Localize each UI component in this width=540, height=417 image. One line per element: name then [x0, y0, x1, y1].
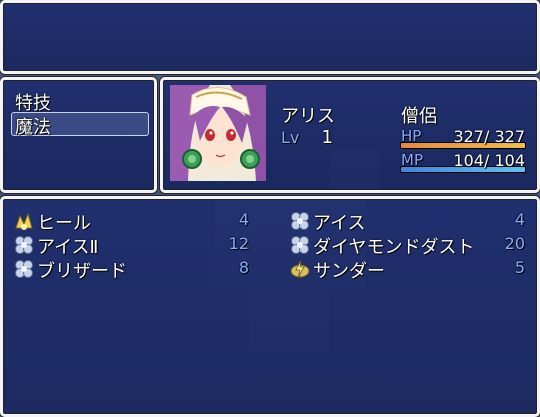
skill-item[interactable]: アイスⅡ 12	[13, 233, 263, 258]
thunder-icon	[289, 258, 311, 280]
actor-name: アリス	[281, 106, 335, 127]
skill-mp-cost: 12	[228, 234, 249, 253]
level-label: Lv	[281, 128, 300, 147]
mp-label: MP	[401, 151, 423, 169]
skill-type-magic[interactable]: 魔法	[15, 113, 51, 139]
ice-icon	[13, 234, 35, 256]
skill-name: アイス	[313, 213, 366, 234]
status-window: アリス Lv 1 僧侶 HP 327/ 327 MP 104/ 104	[160, 77, 540, 193]
skill-type-special[interactable]: 特技	[15, 89, 51, 115]
skill-type-window: 特技 魔法	[0, 77, 157, 193]
hp-label: HP	[401, 127, 422, 145]
healing-icon	[13, 210, 35, 232]
skill-name: ブリザード	[37, 261, 127, 282]
level-value: 1	[321, 127, 333, 148]
ice-icon	[13, 258, 35, 280]
skill-name: アイスⅡ	[37, 237, 99, 258]
skill-mp-cost: 4	[514, 210, 525, 229]
skill-name: サンダー	[313, 261, 385, 282]
skill-item[interactable]: アイス 4	[289, 209, 539, 234]
ice-icon	[289, 234, 311, 256]
skill-name: ヒール	[37, 213, 91, 234]
skill-mp-cost: 8	[238, 258, 249, 277]
skill-item[interactable]: ブリザード 8	[13, 257, 263, 282]
skill-mp-cost: 5	[514, 258, 525, 277]
skill-mp-cost: 20	[504, 234, 525, 253]
hp-value: 327/ 327	[453, 127, 525, 146]
actor-portrait	[170, 85, 266, 181]
skill-item[interactable]: ヒール 4	[13, 209, 263, 234]
mp-value: 104/ 104	[453, 151, 525, 170]
skill-mp-cost: 4	[238, 210, 249, 229]
actor-class: 僧侶	[401, 106, 437, 127]
skill-item[interactable]: サンダー 5	[289, 257, 539, 282]
skill-list-window: ヒール 4 アイス 4 アイスⅡ 12 ダイヤモンドダスト 20 ブリザード 8 サンダー 5	[0, 196, 540, 417]
ice-icon	[289, 210, 311, 232]
skill-item[interactable]: ダイヤモンドダスト 20	[289, 233, 539, 258]
help-window	[0, 0, 540, 74]
skill-name: ダイヤモンドダスト	[313, 237, 475, 258]
